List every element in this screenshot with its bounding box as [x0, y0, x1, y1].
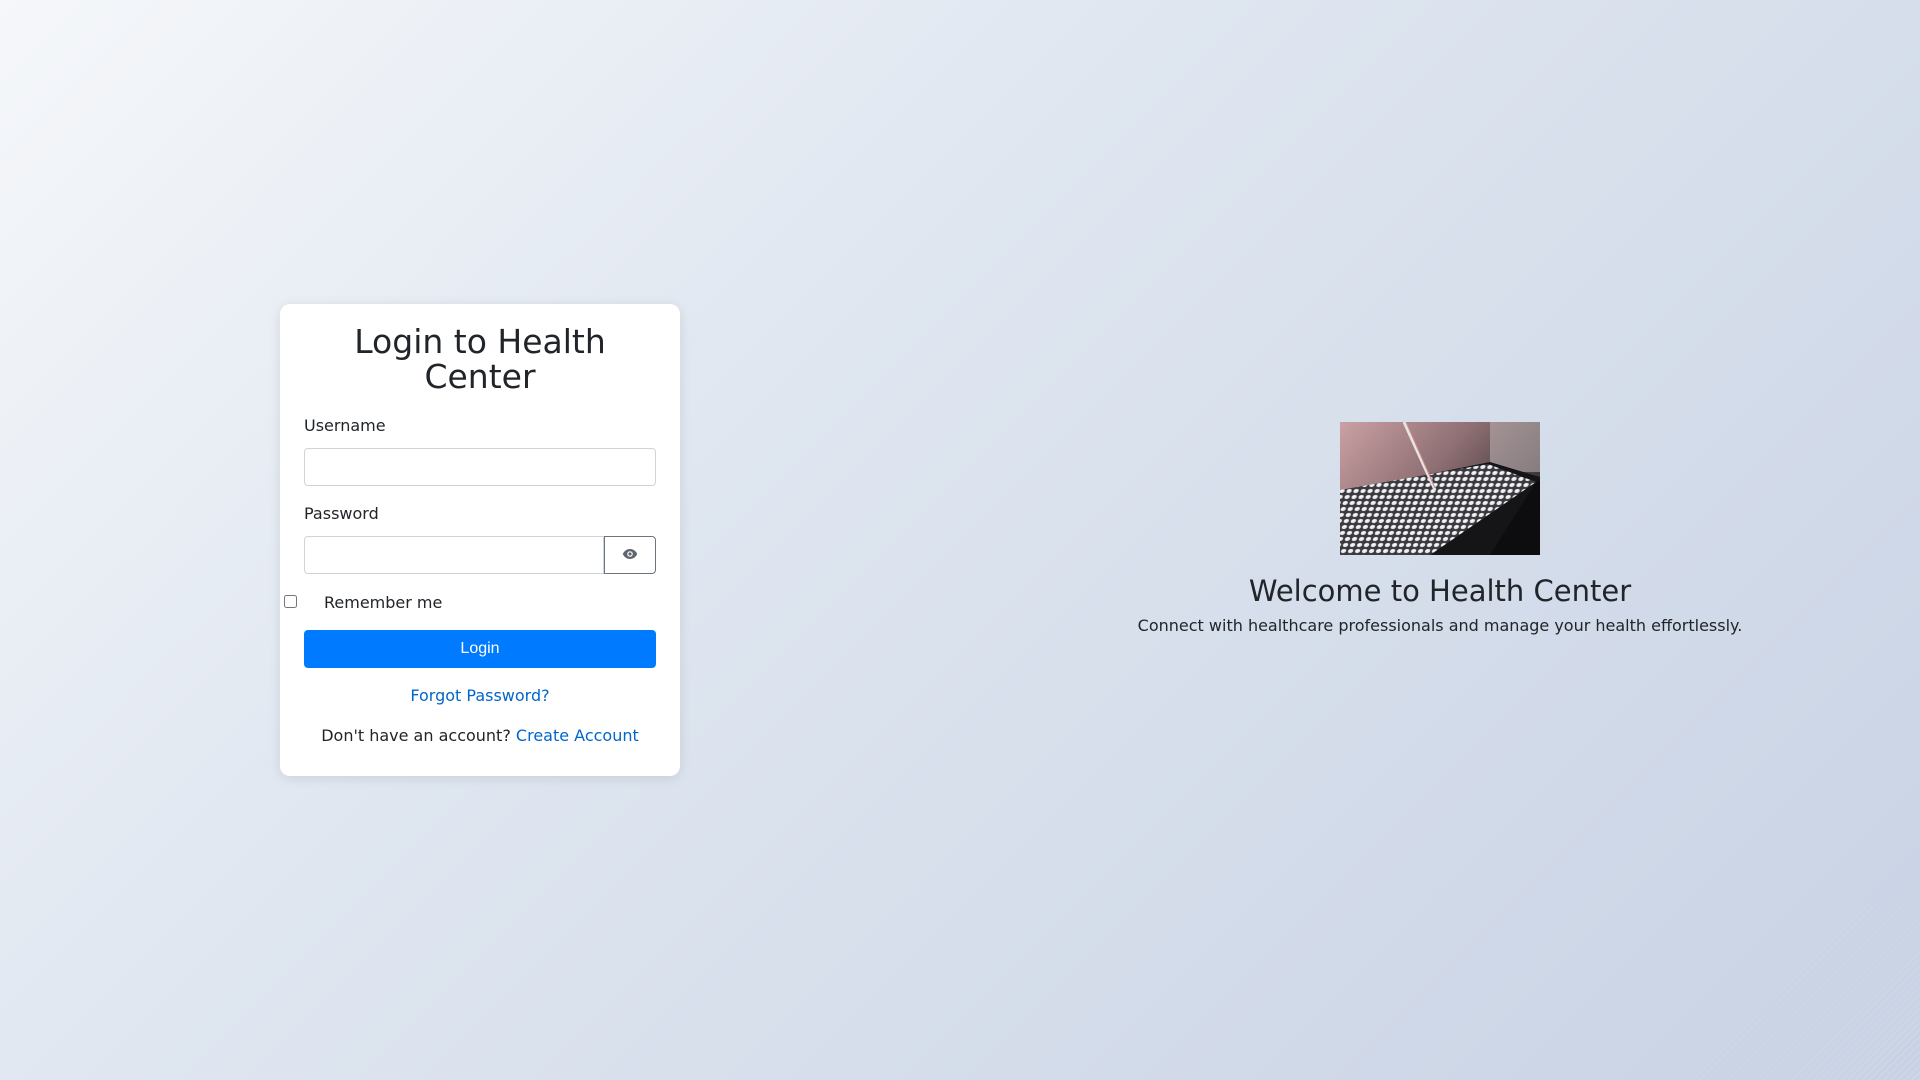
- password-group: Password: [304, 504, 656, 574]
- welcome-section: Welcome to Health Center Connect with he…: [1040, 422, 1840, 637]
- password-row: [304, 536, 656, 574]
- eye-icon: [622, 548, 638, 563]
- username-input[interactable]: [304, 448, 656, 486]
- welcome-title: Welcome to Health Center: [1248, 574, 1632, 608]
- forgot-password-link[interactable]: Forgot Password?: [304, 686, 656, 706]
- lab-photo-image: [1340, 422, 1540, 555]
- password-input[interactable]: [304, 536, 604, 574]
- welcome-subtitle: Connect with healthcare professionals an…: [1137, 616, 1743, 635]
- remember-checkbox[interactable]: [284, 595, 297, 608]
- username-group: Username: [304, 416, 656, 486]
- create-account-link[interactable]: Create Account: [516, 726, 639, 745]
- remember-row: Remember me: [284, 592, 656, 612]
- password-label: Password: [304, 504, 379, 523]
- login-card: Login to Health Center Username Password…: [280, 304, 680, 776]
- toggle-password-button[interactable]: [604, 536, 656, 574]
- login-button[interactable]: Login: [304, 630, 656, 668]
- remember-label: Remember me: [324, 592, 443, 612]
- background-pattern: [1660, 900, 1920, 1080]
- signup-prompt: Don't have an account?: [321, 726, 511, 745]
- login-title: Login to Health Center: [354, 322, 606, 396]
- username-label: Username: [304, 416, 386, 435]
- signup-row: Don't have an account? Create Account: [304, 726, 656, 746]
